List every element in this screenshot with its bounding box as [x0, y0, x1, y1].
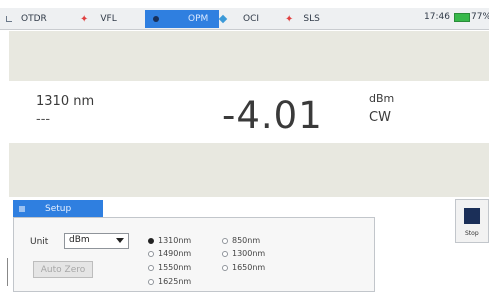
tab-sls-label: SLS: [303, 14, 320, 24]
secondary-readout: ---: [36, 112, 51, 127]
tab-otdr-label: OTDR: [21, 14, 47, 24]
tab-vfl[interactable]: ✦ VFL: [80, 10, 117, 28]
setup-tab-label: Setup: [45, 203, 72, 214]
unit-dropdown-value: dBm: [69, 235, 90, 245]
radio-850nm[interactable]: 850nm: [222, 236, 260, 245]
setup-panel: [13, 217, 375, 292]
tab-oci-label: OCI: [243, 14, 260, 24]
power-reading: -4.01: [222, 94, 323, 137]
source-mode: CW: [369, 110, 391, 125]
stop-icon: [464, 208, 480, 224]
unit-label: Unit: [30, 237, 49, 247]
power-unit: dBm: [369, 92, 395, 105]
radio-dot-icon: [148, 237, 154, 244]
tab-otdr[interactable]: OTDR: [6, 10, 47, 28]
sls-icon: ✦: [285, 13, 294, 25]
radio-1650nm[interactable]: 1650nm: [222, 263, 265, 272]
radio-dot-icon: [222, 264, 228, 271]
radio-1310nm[interactable]: 1310nm: [148, 236, 191, 245]
battery-icon: [454, 13, 470, 22]
unit-dropdown[interactable]: dBm: [64, 233, 129, 249]
radio-label: 1490nm: [158, 249, 192, 258]
auto-zero-button[interactable]: Auto Zero: [33, 261, 93, 278]
vfl-icon: ✦: [80, 13, 89, 25]
otdr-icon: [6, 16, 12, 22]
setup-tab[interactable]: Setup: [13, 200, 103, 217]
module-tab-bar: OTDR ✦ VFL OPM OCI ✦ SLS 17:46 77%: [0, 8, 489, 30]
radio-dot-icon: [148, 250, 154, 257]
radio-dot-icon: [148, 278, 154, 285]
radio-label: 850nm: [232, 236, 261, 245]
radio-label: 1550nm: [158, 263, 192, 272]
radio-1550nm[interactable]: 1550nm: [148, 263, 191, 272]
tab-opm[interactable]: OPM: [145, 10, 219, 28]
radio-dot-icon: [222, 237, 228, 244]
radio-label: 1310nm: [158, 236, 192, 245]
tab-sls[interactable]: ✦ SLS: [285, 10, 320, 28]
opm-icon: [153, 16, 159, 22]
radio-dot-icon: [222, 250, 228, 257]
oci-icon: [218, 14, 228, 24]
reading-band-bottom: [9, 143, 489, 197]
tab-opm-label: OPM: [188, 14, 209, 24]
stop-button-label: Stop: [465, 230, 479, 237]
stop-button[interactable]: Stop: [455, 199, 489, 243]
radio-label: 1625nm: [158, 277, 192, 286]
tab-oci[interactable]: OCI: [218, 10, 260, 28]
clock: 17:46: [424, 12, 450, 22]
chevron-down-icon: [116, 238, 124, 243]
radio-1490nm[interactable]: 1490nm: [148, 249, 191, 258]
radio-1625nm[interactable]: 1625nm: [148, 277, 191, 286]
radio-dot-icon: [148, 264, 154, 271]
wavelength-readout: 1310 nm: [36, 94, 95, 109]
radio-label: 1650nm: [232, 263, 266, 272]
radio-label: 1300nm: [232, 249, 266, 258]
radio-1300nm[interactable]: 1300nm: [222, 249, 265, 258]
tab-vfl-label: VFL: [100, 14, 117, 24]
reading-band-top: [9, 31, 489, 81]
divider: [7, 258, 8, 286]
setup-icon: [19, 205, 25, 212]
battery-level: 77%: [471, 12, 489, 22]
